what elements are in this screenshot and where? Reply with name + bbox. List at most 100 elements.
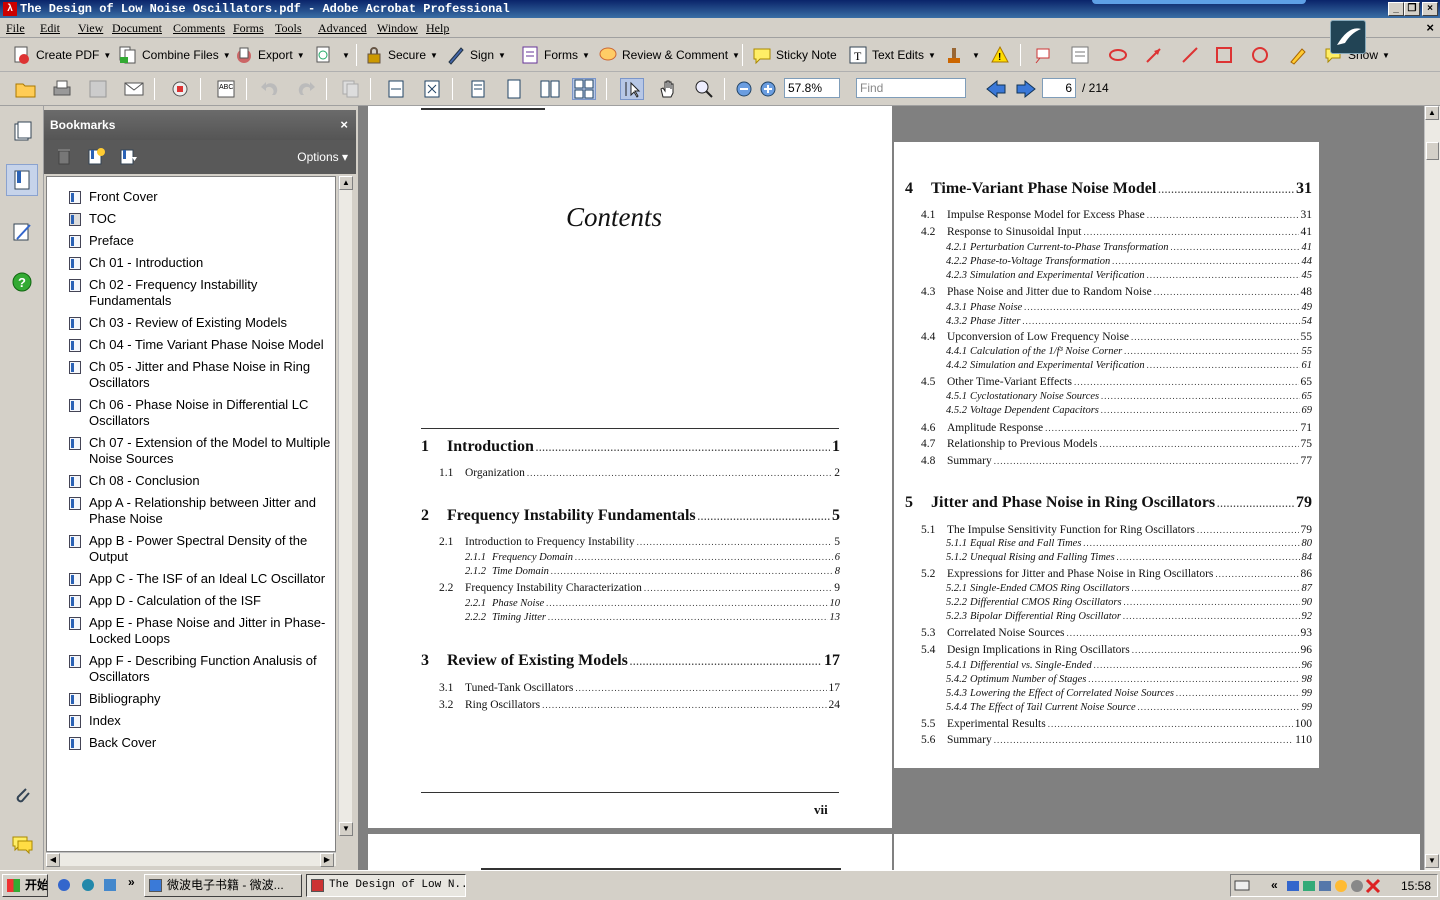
toc-chapter-entry[interactable]: 1 Introduction 1: [421, 438, 840, 456]
bookmarks-horizontal-scrollbar[interactable]: ◀ ▶: [46, 852, 336, 867]
doc-scroll-thumb[interactable]: [1426, 142, 1439, 160]
text-box-icon[interactable]: [1068, 44, 1092, 66]
toc-subsection-entry[interactable]: 5.4.1Differential vs. Single-Ended 96: [946, 660, 1312, 671]
toc-chapter-entry[interactable]: 4 Time-Variant Phase Noise Model 31: [905, 180, 1312, 198]
toc-subsection-entry[interactable]: 4.3.2Phase Jitter 54: [946, 316, 1312, 327]
scroll-left-arrow-icon[interactable]: ◀: [46, 853, 60, 867]
quick-launch-browser-icon[interactable]: [76, 874, 100, 896]
acrobat-app-icon[interactable]: λ: [3, 2, 17, 16]
arrow-tool-icon[interactable]: [1142, 44, 1166, 66]
taskbar-item-acrobat[interactable]: The Design of Low N...: [306, 874, 466, 897]
document-viewport[interactable]: Contents 1Introduction11.1Organization22…: [358, 106, 1424, 870]
marquee-zoom-icon[interactable]: [692, 78, 716, 100]
bookmark-item[interactable]: Front Cover: [67, 189, 335, 205]
zoom-in-icon[interactable]: [756, 78, 780, 100]
page-number-input[interactable]: 6: [1042, 78, 1076, 98]
taskbar-item-browser[interactable]: 微波电子书籍 - 微波...: [144, 874, 302, 897]
menu-view[interactable]: View: [78, 21, 103, 36]
toc-section-entry[interactable]: 4.2 Response to Sinusoidal Input 41: [921, 226, 1312, 238]
copy-icon[interactable]: [338, 78, 362, 100]
attachments-icon[interactable]: [6, 778, 38, 810]
save-icon[interactable]: [86, 78, 110, 100]
toc-section-entry[interactable]: 3.2 Ring Oscillators 24: [439, 699, 840, 711]
bookmark-item[interactable]: Ch 02 - Frequency Instabillity Fundament…: [67, 277, 335, 309]
bookmark-item[interactable]: Bibliography: [67, 691, 335, 707]
toc-subsection-entry[interactable]: 4.2.1 Perturbation Current-to-Phase Trans…: [946, 242, 1312, 253]
scroll-right-arrow-icon[interactable]: ▶: [320, 853, 334, 867]
scroll-up-arrow-icon[interactable]: ▲: [339, 176, 353, 190]
print-icon[interactable]: [50, 78, 74, 100]
toc-subsection-entry[interactable]: 5.4.2Optimum Number of Stages 98: [946, 674, 1312, 685]
toc-subsection-entry[interactable]: 4.5.2Voltage Dependent Capacitors 69: [946, 405, 1312, 416]
scroll-down-arrow-icon[interactable]: ▼: [339, 822, 353, 836]
bookmark-item[interactable]: Ch 01 - Introduction: [67, 255, 335, 271]
quick-launch-app-icon[interactable]: [98, 874, 122, 896]
menu-comments[interactable]: Comments: [173, 21, 225, 36]
toc-section-entry[interactable]: 4.5 Other Time-Variant Effects 65: [921, 376, 1312, 388]
signatures-panel-icon[interactable]: [6, 216, 38, 248]
bookmark-item[interactable]: Ch 05 - Jitter and Phase Noise in Ring O…: [67, 359, 335, 391]
next-page-icon[interactable]: [1014, 78, 1038, 100]
callout-icon[interactable]: [1032, 44, 1056, 66]
toc-chapter-entry[interactable]: 3 Review of Existing Models 17: [421, 652, 840, 670]
toc-subsection-entry[interactable]: 5.2.3 Bipolar Differential Ring Oscillato…: [946, 611, 1312, 622]
quick-launch-ie-icon[interactable]: [52, 874, 76, 896]
oval-tool-icon[interactable]: [1248, 44, 1272, 66]
text-edits-button[interactable]: T Text Edits ▼: [848, 43, 936, 67]
toc-section-entry[interactable]: 5.3 Correlated Noise Sources 93: [921, 627, 1312, 639]
toc-subsection-entry[interactable]: 4.2.2Phase-to-Voltage Transformation 44: [946, 256, 1312, 267]
create-pdf-button[interactable]: Create PDF ▼: [12, 43, 111, 67]
toc-section-entry[interactable]: 2.1 Introduction to Frequency Instability…: [439, 536, 840, 548]
toc-subsection-entry[interactable]: 5.1.2Unequal Rising and Falling Times 84: [946, 552, 1312, 563]
toc-section-entry[interactable]: 2.2 Frequency Instability Characterizatio…: [439, 582, 840, 594]
bookmark-item[interactable]: Preface: [67, 233, 335, 249]
restore-button[interactable]: ❐: [1404, 2, 1420, 16]
toc-section-entry[interactable]: 5.1 The Impulse Sensitivity Function for …: [921, 524, 1312, 536]
menu-advanced[interactable]: Advanced: [318, 21, 367, 36]
actual-size-icon[interactable]: [384, 78, 408, 100]
toc-section-entry[interactable]: 4.6 Amplitude Response 71: [921, 422, 1312, 434]
bookmark-item[interactable]: Ch 03 - Review of Existing Models: [67, 315, 335, 331]
bookmark-item[interactable]: TOC: [67, 211, 335, 227]
bookmarks-close-button[interactable]: ×: [340, 110, 348, 140]
bookmark-item[interactable]: Index: [67, 713, 335, 729]
menu-edit[interactable]: Edit: [40, 21, 60, 36]
line-tool-icon[interactable]: [1178, 44, 1202, 66]
toc-section-entry[interactable]: 4.7 Relationship to Previous Models 75: [921, 438, 1312, 450]
toc-subsection-entry[interactable]: 2.1.2 Time Domain 8: [465, 566, 840, 577]
warning-icon[interactable]: !: [988, 44, 1012, 66]
redo-icon[interactable]: [294, 78, 318, 100]
bookmark-item[interactable]: App C - The ISF of an Ideal LC Oscillato…: [67, 571, 335, 587]
bookmarks-vertical-scrollbar[interactable]: ▲ ▼: [338, 176, 353, 836]
menu-document[interactable]: Document: [112, 21, 162, 36]
toc-section-entry[interactable]: 5.5 Experimental Results 100: [921, 718, 1312, 730]
spell-check-icon[interactable]: ABC: [214, 78, 238, 100]
bookmark-item[interactable]: App B - Power Spectral Density of the Ou…: [67, 533, 335, 565]
bookmark-item[interactable]: App E - Phase Noise and Jitter in Phase-…: [67, 615, 335, 647]
new-bookmark-icon[interactable]: [84, 145, 108, 167]
toc-subsection-entry[interactable]: 2.2.1 Phase Noise 10: [465, 598, 840, 609]
bookmarks-options-button[interactable]: Options ▾: [297, 150, 348, 164]
continuous-page-icon[interactable]: [502, 78, 526, 100]
zoom-input[interactable]: 57.8%: [784, 78, 840, 98]
stamp-button[interactable]: ▼: [944, 43, 980, 67]
comments-panel-icon[interactable]: [6, 828, 38, 860]
open-folder-icon[interactable]: [14, 78, 38, 100]
toc-subsection-entry[interactable]: 5.4.3 Lowering the Effect of Correlated N…: [946, 688, 1312, 699]
tray-expand-icon[interactable]: «: [1271, 878, 1278, 892]
document-vertical-scrollbar[interactable]: ▲ ▼: [1424, 106, 1440, 870]
menu-help[interactable]: Help: [426, 21, 449, 36]
bookmark-item[interactable]: App F - Describing Function Analusis of …: [67, 653, 335, 685]
sign-button[interactable]: Sign ▼: [446, 43, 506, 67]
quick-launch-expand-icon[interactable]: »: [128, 875, 135, 889]
export-button[interactable]: Export ▼: [234, 43, 305, 67]
toc-section-entry[interactable]: 4.1 Impulse Response Model for Excess Pha…: [921, 209, 1312, 221]
bookmarks-panel-icon[interactable]: [6, 164, 38, 196]
toc-section-entry[interactable]: 1.1 Organization 2: [439, 467, 840, 479]
toc-chapter-entry[interactable]: 2 Frequency Instability Fundamentals 5: [421, 507, 840, 525]
toc-section-entry[interactable]: 4.4 Upconversion of Low Frequency Noise 55: [921, 331, 1312, 343]
single-page-icon[interactable]: [466, 78, 490, 100]
keyboard-icon[interactable]: [1234, 878, 1250, 892]
doc-scroll-down-arrow-icon[interactable]: ▼: [1425, 854, 1439, 868]
zoom-out-icon[interactable]: [732, 78, 756, 100]
